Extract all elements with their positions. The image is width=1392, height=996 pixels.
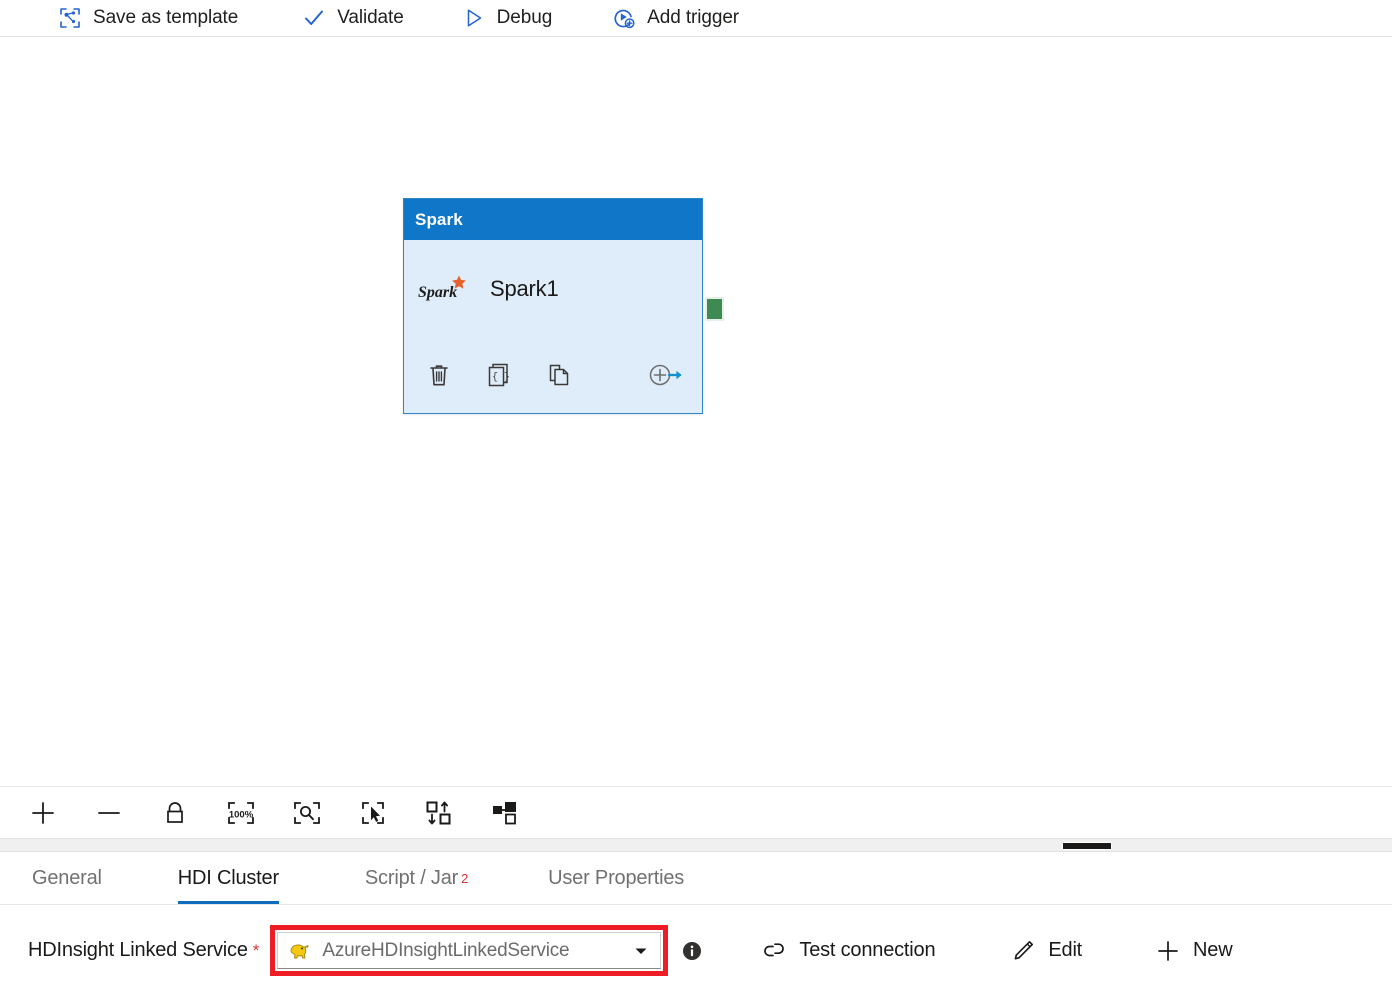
add-trigger-label: Add trigger	[647, 7, 739, 29]
panel-splitter[interactable]	[0, 838, 1392, 852]
save-as-template-label: Save as template	[93, 7, 238, 29]
svg-text:Spark: Spark	[418, 284, 457, 301]
zoom-in-button[interactable]	[25, 795, 61, 831]
azure-data-factory-pipeline-editor: Save as template Validate Debug	[0, 0, 1392, 996]
tab-general-label: General	[32, 867, 102, 890]
play-triangle-icon	[462, 6, 486, 30]
auto-align-button[interactable]	[421, 795, 457, 831]
activity-properties-tabs: General HDI Cluster Script / Jar2 User P…	[0, 852, 1392, 905]
info-icon[interactable]	[681, 940, 703, 962]
spark-activity-node-header: Spark	[404, 199, 702, 240]
spark-activity-node[interactable]: Spark Spark Spark1	[403, 198, 703, 414]
required-marker: *	[253, 941, 260, 961]
spark-activity-name: Spark1	[490, 276, 559, 302]
debug-button[interactable]: Debug	[448, 0, 567, 37]
save-as-template-icon	[58, 6, 82, 30]
pencil-icon	[1010, 938, 1036, 964]
add-output-icon[interactable]	[648, 360, 684, 390]
spark-activity-node-body: Spark Spark1	[404, 240, 702, 337]
debug-label: Debug	[497, 7, 553, 29]
svg-text:{ }: { }	[492, 372, 510, 384]
hdinsight-linked-service-label: HDInsight Linked Service	[28, 939, 248, 962]
add-trigger-button[interactable]: Add trigger	[598, 0, 753, 37]
hdinsight-linked-service-dropdown[interactable]: AzureHDInsightLinkedService	[277, 932, 661, 969]
pipeline-canvas[interactable]: Spark Spark Spark1	[0, 38, 1392, 785]
link-chain-icon	[761, 938, 787, 964]
save-as-template-button[interactable]: Save as template	[44, 0, 252, 37]
plus-icon	[1155, 938, 1181, 964]
svg-text:100%: 100%	[229, 809, 254, 820]
test-connection-button[interactable]: Test connection	[753, 932, 943, 970]
auto-layout-button[interactable]	[487, 795, 523, 831]
new-linked-service-button[interactable]: New	[1147, 932, 1240, 970]
tab-script-jar[interactable]: Script / Jar2	[349, 852, 484, 904]
zoom-to-fit-button[interactable]	[289, 795, 325, 831]
zoom-out-button[interactable]	[91, 795, 127, 831]
tab-hdi-cluster-label: HDI Cluster	[178, 867, 279, 890]
view-code-icon[interactable]: { }	[484, 360, 514, 390]
delete-activity-icon[interactable]	[424, 360, 454, 390]
tab-script-jar-label: Script / Jar	[365, 867, 458, 890]
tab-user-properties[interactable]: User Properties	[532, 852, 700, 904]
panel-resize-handle[interactable]	[1062, 842, 1112, 850]
tab-user-properties-label: User Properties	[548, 867, 684, 890]
validate-label: Validate	[337, 7, 403, 29]
hdi-cluster-settings-row: HDInsight Linked Service * AzureHDInsigh…	[0, 905, 1392, 996]
validate-button[interactable]: Validate	[288, 0, 417, 37]
tab-general[interactable]: General	[16, 852, 118, 904]
new-label: New	[1193, 939, 1232, 962]
spark-activity-type-label: Spark	[415, 210, 463, 230]
zoom-100-button[interactable]: 100%	[223, 795, 259, 831]
hadoop-elephant-icon	[287, 938, 313, 964]
chevron-down-icon[interactable]	[634, 944, 648, 958]
spark-activity-success-output-handle[interactable]	[705, 297, 724, 321]
canvas-zoom-toolbar: 100%	[0, 786, 1392, 838]
hdinsight-linked-service-value: AzureHDInsightLinkedService	[322, 940, 634, 962]
spark-activity-actions: { }	[404, 337, 702, 413]
tab-hdi-cluster[interactable]: HDI Cluster	[162, 852, 295, 904]
add-trigger-icon	[612, 6, 636, 30]
checkmark-icon	[302, 6, 326, 30]
edit-label: Edit	[1048, 939, 1082, 962]
select-mode-button[interactable]	[355, 795, 391, 831]
edit-linked-service-button[interactable]: Edit	[1002, 932, 1090, 970]
dropdown-highlight-annotation: AzureHDInsightLinkedService	[270, 925, 668, 976]
clone-activity-icon[interactable]	[544, 360, 574, 390]
apache-spark-logo-icon: Spark	[418, 272, 474, 306]
test-connection-label: Test connection	[799, 939, 935, 962]
tab-script-jar-badge: 2	[461, 872, 468, 885]
pipeline-toolbar: Save as template Validate Debug	[0, 0, 1392, 37]
lock-canvas-button[interactable]	[157, 795, 193, 831]
